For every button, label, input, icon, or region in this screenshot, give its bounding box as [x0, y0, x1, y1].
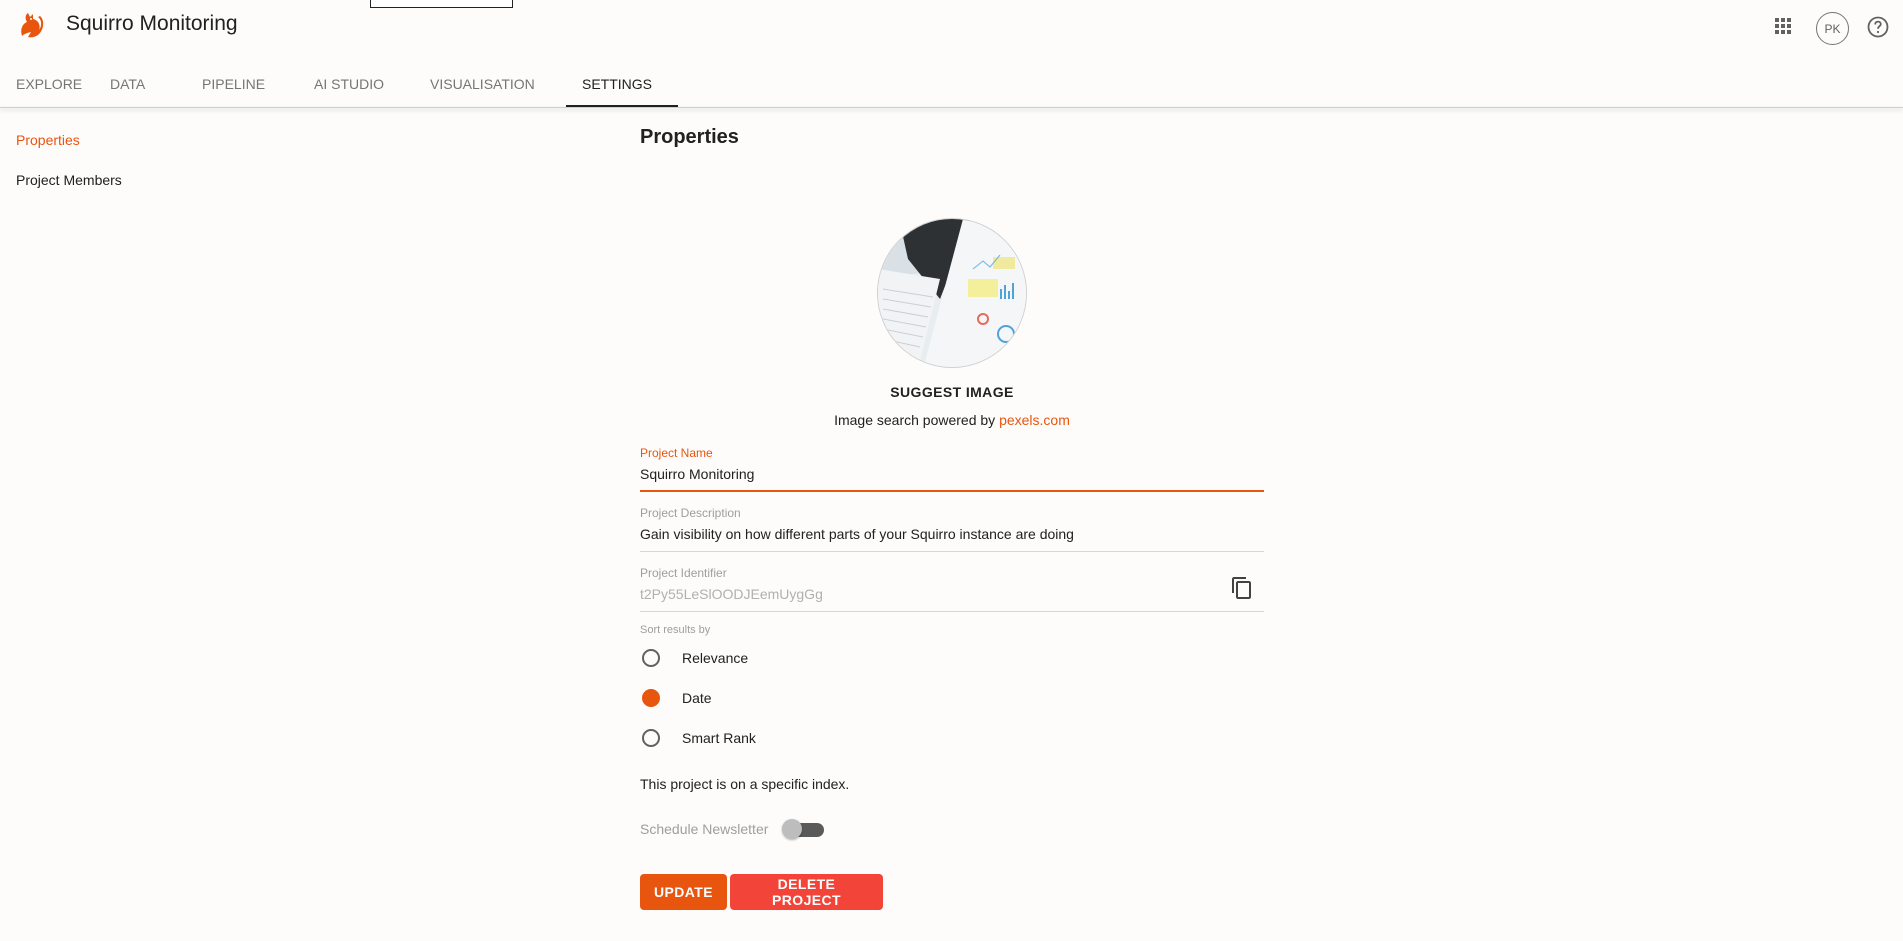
- apps-grid-icon[interactable]: [1772, 15, 1794, 37]
- help-icon[interactable]: [1866, 15, 1890, 39]
- suggest-image-button[interactable]: SUGGEST IMAGE: [640, 384, 1264, 400]
- project-description-field[interactable]: Project Description Gain visibility on h…: [640, 506, 1264, 552]
- pexels-link[interactable]: pexels.com: [999, 412, 1070, 428]
- project-identifier-value: t2Py55LeSlOODJEemUygGg: [640, 586, 823, 602]
- popover-edge: [370, 0, 513, 8]
- page-title: Properties: [640, 126, 739, 148]
- tabs-divider: [0, 107, 1903, 108]
- project-description-label: Project Description: [640, 506, 741, 520]
- main-tabs: EXPLORE DATA PIPELINE AI STUDIO VISUALIS…: [0, 60, 678, 108]
- project-thumbnail-image: [878, 219, 1026, 367]
- sidebar-item-properties[interactable]: Properties: [16, 132, 122, 152]
- settings-sidebar: Properties Project Members: [16, 132, 122, 212]
- radio-relevance-label: Relevance: [682, 650, 749, 666]
- squirrel-logo-icon[interactable]: [14, 10, 44, 40]
- update-button[interactable]: UPDATE: [640, 874, 727, 910]
- project-identifier-field: Project Identifier t2Py55LeSlOODJEemUygG…: [640, 566, 1264, 612]
- radio-date[interactable]: [642, 689, 660, 707]
- properties-panel: Properties SUGGEST IMAGE Image search po…: [640, 126, 1264, 910]
- sort-option-date[interactable]: Date: [640, 686, 712, 710]
- image-search-credit: Image search powered by pexels.com: [640, 412, 1264, 428]
- image-search-credit-text: Image search powered by: [834, 412, 1000, 428]
- tab-explore[interactable]: EXPLORE: [0, 60, 94, 108]
- form-actions: UPDATE DELETE PROJECT: [640, 874, 883, 910]
- copy-icon[interactable]: [1230, 576, 1254, 600]
- schedule-newsletter-label: Schedule Newsletter: [640, 821, 769, 837]
- sidebar-item-project-members[interactable]: Project Members: [16, 172, 122, 192]
- project-description-input[interactable]: Gain visibility on how different parts o…: [640, 526, 1264, 544]
- project-identifier-underline: [640, 611, 1264, 612]
- delete-project-button[interactable]: DELETE PROJECT: [730, 874, 883, 910]
- tab-visualisation[interactable]: VISUALISATION: [414, 60, 566, 108]
- schedule-newsletter-toggle[interactable]: [782, 818, 826, 840]
- radio-date-label: Date: [682, 690, 712, 706]
- project-name-input[interactable]: Squirro Monitoring: [640, 466, 1264, 484]
- tab-ai-studio[interactable]: AI STUDIO: [298, 60, 414, 108]
- project-image[interactable]: [877, 218, 1027, 368]
- user-avatar[interactable]: PK: [1816, 12, 1849, 45]
- index-note: This project is on a specific index.: [640, 776, 850, 792]
- tab-pipeline[interactable]: PIPELINE: [186, 60, 298, 108]
- project-name-underline: [640, 490, 1264, 492]
- radio-relevance[interactable]: [642, 649, 660, 667]
- project-description-underline: [640, 551, 1264, 552]
- sort-results-label: Sort results by: [640, 624, 711, 636]
- project-identifier-label: Project Identifier: [640, 566, 727, 580]
- tab-settings[interactable]: SETTINGS: [566, 60, 678, 108]
- sort-option-relevance[interactable]: Relevance: [640, 646, 748, 670]
- radio-smart-rank-label: Smart Rank: [682, 730, 756, 746]
- project-name-label: Project Name: [640, 446, 713, 460]
- app-title: Squirro Monitoring: [66, 12, 238, 35]
- schedule-newsletter-row: Schedule Newsletter: [640, 818, 826, 840]
- project-name-field[interactable]: Project Name Squirro Monitoring: [640, 446, 1264, 492]
- radio-smart-rank[interactable]: [642, 729, 660, 747]
- top-bar: Squirro Monitoring PK: [0, 0, 1903, 50]
- sort-option-smart-rank[interactable]: Smart Rank: [640, 726, 756, 750]
- tab-data[interactable]: DATA: [94, 60, 186, 108]
